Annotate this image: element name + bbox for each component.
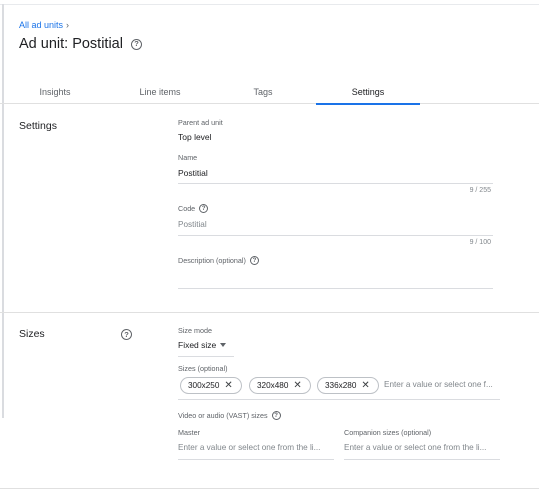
name-label: Name xyxy=(178,153,198,162)
page-frame: All ad units › Ad unit: Postitial ? Insi… xyxy=(0,4,539,492)
chevron-right-icon: › xyxy=(66,20,70,30)
size-chip: 336x280 ✕ xyxy=(317,377,379,394)
companion-sizes-label: Companion sizes (optional) xyxy=(344,428,432,437)
sizes-input-underline xyxy=(178,399,500,400)
size-chip-label: 320x480 xyxy=(257,381,289,390)
bottom-divider xyxy=(0,488,539,489)
remove-chip-icon[interactable]: ✕ xyxy=(361,380,369,391)
code-char-counter: 9 / 100 xyxy=(469,239,491,246)
sizes-input[interactable]: Enter a value or select one f... xyxy=(384,380,504,389)
vast-sizes-label: Video or audio (VAST) sizes xyxy=(178,411,268,420)
name-char-counter: 9 / 255 xyxy=(469,187,491,194)
section-divider xyxy=(0,312,539,313)
help-icon[interactable]: ? xyxy=(130,38,142,50)
code-field[interactable]: Postitial xyxy=(178,220,207,229)
tab-settings[interactable]: Settings xyxy=(316,84,420,105)
sizes-section-title: Sizes xyxy=(19,328,45,340)
remove-chip-icon[interactable]: ✕ xyxy=(224,380,232,391)
tab-tags[interactable]: Tags xyxy=(230,84,296,104)
size-mode-select[interactable]: Fixed size xyxy=(178,340,227,350)
sizes-optional-label: Sizes (optional) xyxy=(178,364,228,373)
remove-chip-icon[interactable]: ✕ xyxy=(293,380,301,391)
description-help-icon[interactable]: ? xyxy=(249,256,259,265)
tab-line-items[interactable]: Line items xyxy=(118,84,202,104)
size-chip: 300x250 ✕ xyxy=(180,377,242,394)
title-row: Ad unit: Postitial ? xyxy=(19,36,142,52)
sizes-chip-input: 300x250 ✕ 320x480 ✕ 336x280 ✕ Enter a va… xyxy=(180,377,502,394)
companion-sizes-input[interactable]: Enter a value or select one from the li.… xyxy=(344,443,500,452)
settings-section-title: Settings xyxy=(19,120,57,132)
size-mode-label: Size mode xyxy=(178,326,212,335)
master-input[interactable]: Enter a value or select one from the li.… xyxy=(178,443,334,452)
size-chip-label: 336x280 xyxy=(325,381,357,390)
vast-label-row: Video or audio (VAST) sizes ? xyxy=(178,411,281,420)
breadcrumb: All ad units › xyxy=(19,20,69,30)
size-chip: 320x480 ✕ xyxy=(249,377,311,394)
top-divider xyxy=(0,4,539,5)
size-mode-underline xyxy=(178,356,234,357)
tab-insights[interactable]: Insights xyxy=(22,84,88,104)
master-label: Master xyxy=(178,428,200,437)
dropdown-arrow-icon xyxy=(220,343,227,347)
sizes-help-icon[interactable]: ? xyxy=(121,329,132,340)
size-chip-label: 300x250 xyxy=(188,381,220,390)
name-field[interactable]: Postitial xyxy=(178,168,208,178)
left-accent-rule xyxy=(2,4,4,418)
vast-help-icon[interactable]: ? xyxy=(271,411,281,420)
parent-ad-unit-label: Parent ad unit xyxy=(178,118,223,127)
name-field-underline xyxy=(178,183,493,184)
page-title: Ad unit: Postitial xyxy=(19,36,123,52)
master-input-underline xyxy=(178,459,334,460)
code-label: Code xyxy=(178,204,196,213)
description-label-row: Description (optional) ? xyxy=(178,256,259,265)
size-mode-value: Fixed size xyxy=(178,340,217,350)
companion-sizes-underline xyxy=(344,459,500,460)
code-help-icon[interactable]: ? xyxy=(199,204,209,213)
code-label-row: Code ? xyxy=(178,204,209,213)
tab-bar: Insights Line items Tags Settings xyxy=(0,84,539,105)
code-field-underline xyxy=(178,235,493,236)
description-label: Description (optional) xyxy=(178,256,246,265)
parent-ad-unit-value: Top level xyxy=(178,132,212,142)
description-field[interactable] xyxy=(178,288,493,289)
breadcrumb-link-all-ad-units[interactable]: All ad units xyxy=(19,20,63,30)
